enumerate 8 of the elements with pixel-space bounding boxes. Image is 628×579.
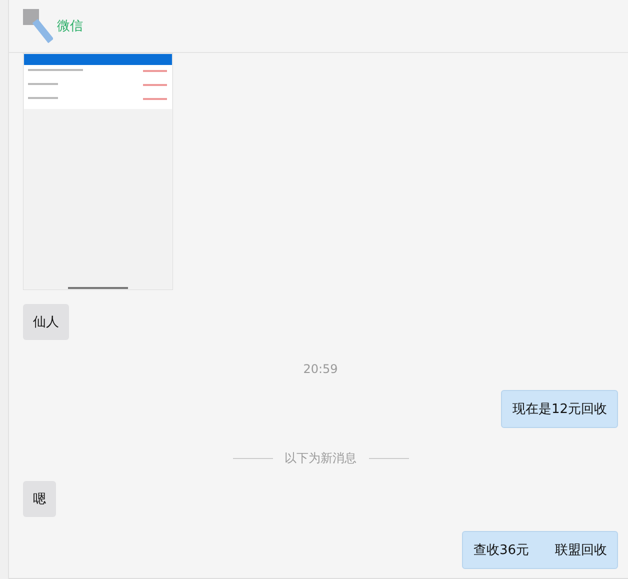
- avatar-icon: [23, 9, 53, 43]
- message-time: 20:59: [303, 362, 338, 376]
- new-messages-divider: 以下为新消息: [284, 450, 356, 467]
- message-bubble: 查收36元 联盟回收: [462, 531, 618, 569]
- message-bubble: 仙人: [23, 304, 69, 340]
- message-bubble: 嗯: [23, 481, 56, 517]
- message-bubble: 现在是12元回收: [501, 390, 618, 428]
- header-title: 微信: [57, 18, 83, 35]
